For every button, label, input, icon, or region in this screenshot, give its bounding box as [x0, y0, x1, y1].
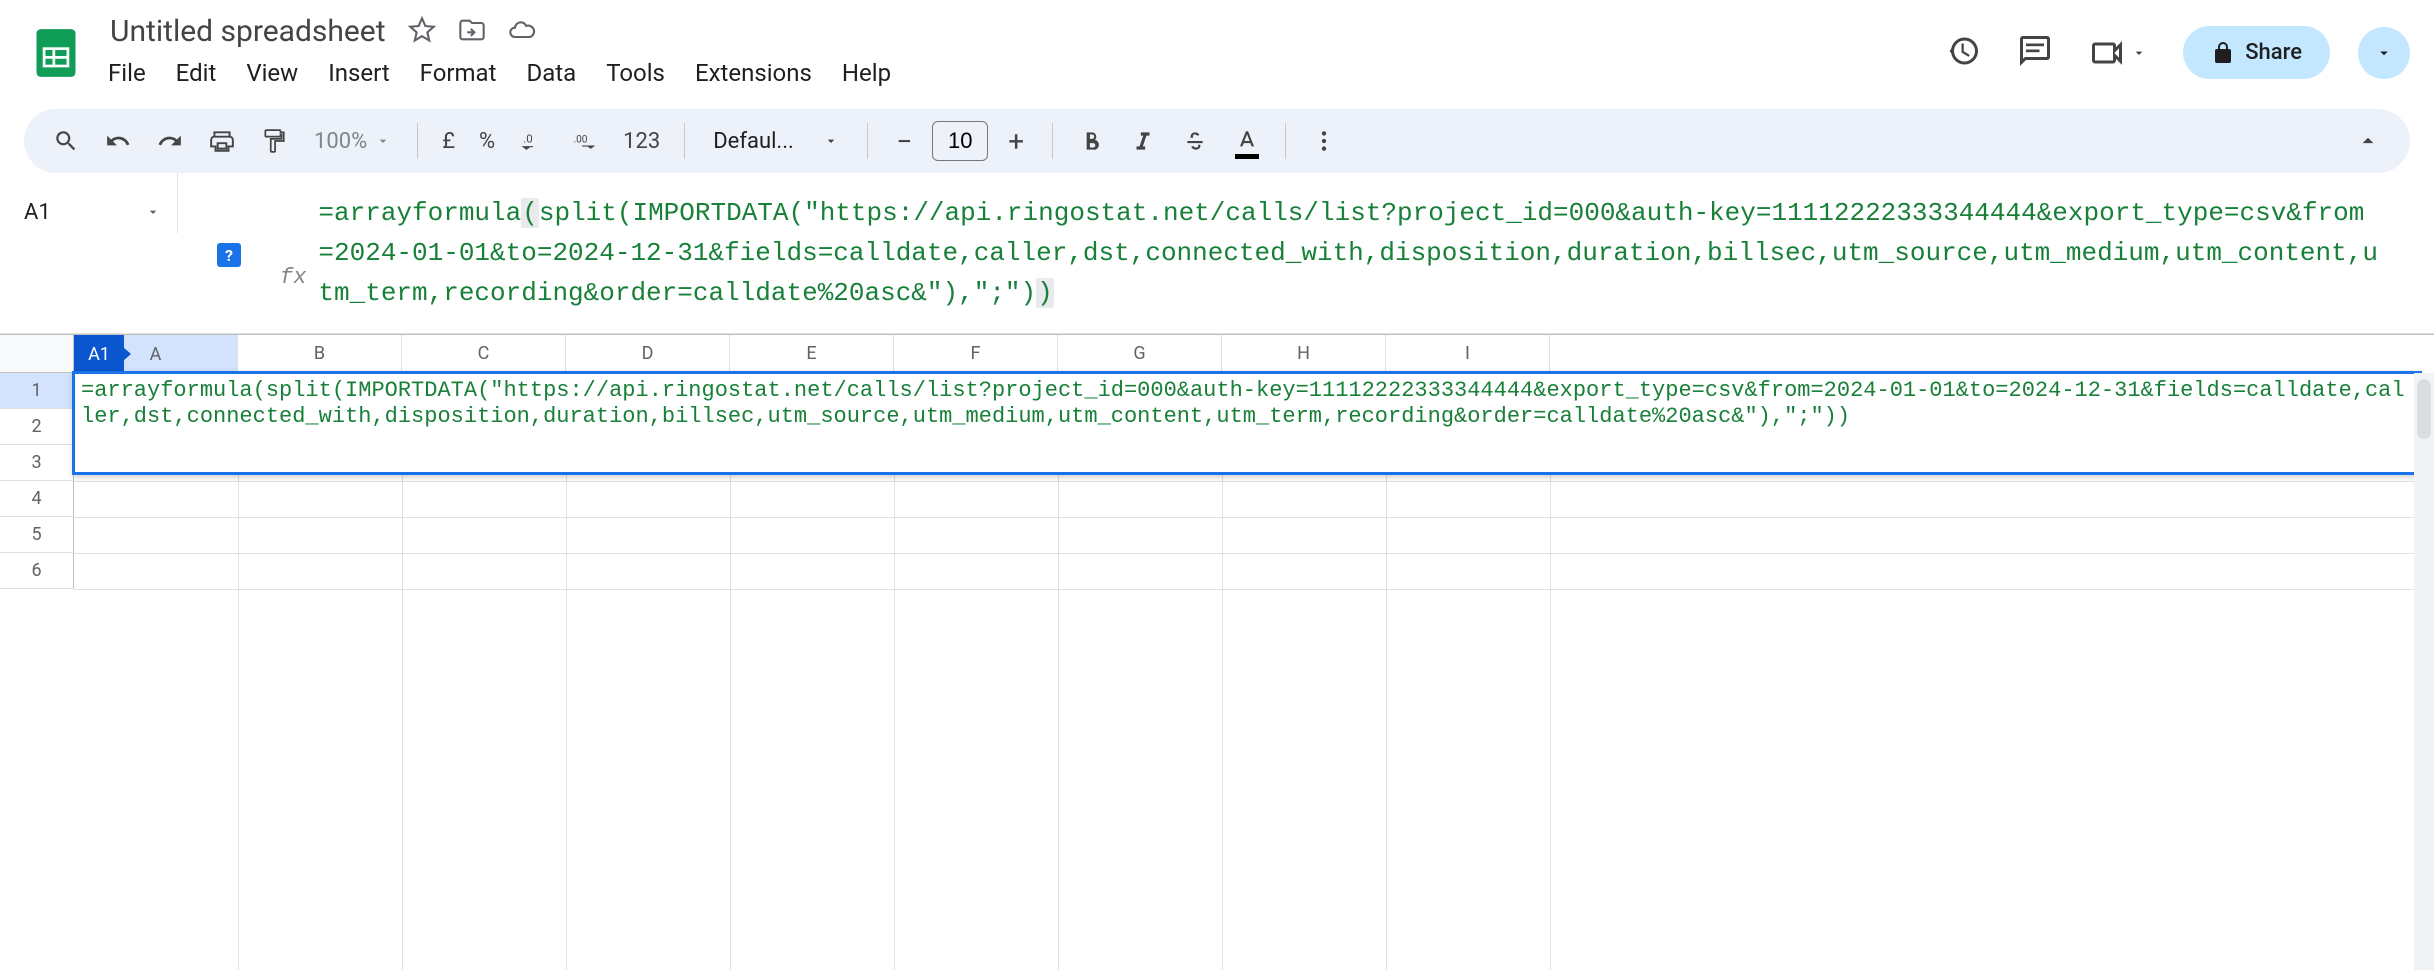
star-icon[interactable] [408, 16, 436, 48]
move-icon[interactable] [458, 16, 486, 48]
cell-area[interactable]: A1 =arrayformula(split(IMPORTDATA("https… [74, 373, 2434, 970]
column-header[interactable]: D [566, 335, 730, 373]
column-headers: A B C D E F G H I [0, 335, 2434, 373]
row-headers: 1 2 3 4 5 6 [0, 373, 74, 970]
decrease-decimal-button[interactable]: .0 [511, 119, 555, 163]
select-all-corner[interactable] [0, 335, 74, 373]
percent-button[interactable]: % [471, 129, 503, 154]
font-selector[interactable]: Defaul... [701, 129, 851, 154]
chevron-down-icon [2375, 44, 2393, 62]
formula-input[interactable]: =arrayformula(split(IMPORTDATA("https://… [318, 193, 2418, 313]
print-button[interactable] [200, 119, 244, 163]
increase-font-size-button[interactable]: + [996, 121, 1036, 161]
more-formats-button[interactable]: 123 [615, 129, 668, 154]
active-cell-indicator: A1 [74, 335, 124, 373]
column-header[interactable]: C [402, 335, 566, 373]
menu-view[interactable]: View [246, 59, 298, 87]
collapse-toolbar-button[interactable] [2346, 119, 2390, 163]
menu-data[interactable]: Data [526, 59, 576, 87]
scrollbar-thumb[interactable] [2417, 379, 2431, 439]
row-header[interactable]: 4 [0, 481, 74, 517]
share-label: Share [2245, 40, 2302, 65]
column-header[interactable]: E [730, 335, 894, 373]
spreadsheet-grid: A B C D E F G H I 1 2 3 4 5 6 A1 [0, 334, 2434, 970]
history-icon[interactable] [1945, 33, 1981, 73]
chevron-down-icon [145, 204, 161, 220]
bold-button[interactable] [1069, 119, 1113, 163]
increase-decimal-button[interactable]: .00 [563, 119, 607, 163]
column-header[interactable]: I [1386, 335, 1550, 373]
comments-icon[interactable] [2017, 33, 2053, 73]
sheets-logo[interactable] [24, 21, 88, 85]
menu-edit[interactable]: Edit [176, 59, 217, 87]
formula-help-badge[interactable]: ? [217, 243, 241, 267]
menu-format[interactable]: Format [420, 59, 497, 87]
menu-help[interactable]: Help [842, 59, 891, 87]
menu-insert[interactable]: Insert [328, 59, 389, 87]
column-header[interactable]: B [238, 335, 402, 373]
share-button[interactable]: Share [2183, 26, 2330, 79]
decrease-font-size-button[interactable]: − [884, 121, 924, 161]
document-title[interactable]: Untitled spreadsheet [104, 12, 392, 51]
row-header[interactable]: 2 [0, 409, 74, 445]
column-header[interactable]: G [1058, 335, 1222, 373]
redo-button[interactable] [148, 119, 192, 163]
undo-button[interactable] [96, 119, 140, 163]
text-color-button[interactable] [1225, 119, 1269, 163]
menu-tools[interactable]: Tools [606, 59, 665, 87]
app-header: Untitled spreadsheet File Edit View Inse… [0, 0, 2434, 101]
name-box-value: A1 [24, 200, 51, 225]
search-button[interactable] [44, 119, 88, 163]
column-header[interactable]: F [894, 335, 1058, 373]
name-box[interactable]: A1 [0, 173, 178, 233]
lock-icon [2211, 41, 2235, 65]
row-header[interactable]: 3 [0, 445, 74, 481]
font-name: Defaul... [713, 129, 811, 154]
svg-text:.0: .0 [523, 132, 532, 146]
row-header[interactable]: 1 [0, 373, 74, 409]
svg-text:.00: .00 [574, 134, 588, 145]
chevron-down-icon [823, 133, 839, 149]
cloud-status-icon[interactable] [508, 16, 536, 48]
zoom-value: 100% [314, 129, 367, 154]
fx-label: fx [280, 265, 306, 290]
currency-button[interactable]: £ [434, 129, 463, 154]
chevron-down-icon [2131, 45, 2147, 61]
formula-bar: A1 ? fx =arrayformula(split(IMPORTDATA("… [0, 173, 2434, 334]
menu-bar: File Edit View Insert Format Data Tools … [104, 53, 1929, 93]
quick-share-button[interactable] [2358, 27, 2410, 79]
cell-editor[interactable]: =arrayformula(split(IMPORTDATA("https://… [72, 371, 2422, 475]
row-header[interactable]: 6 [0, 553, 74, 589]
more-tools-button[interactable] [1302, 119, 1346, 163]
row-header[interactable]: 5 [0, 517, 74, 553]
menu-extensions[interactable]: Extensions [695, 59, 812, 87]
toolbar: 100% £ % .0 .00 123 Defaul... − + [24, 109, 2410, 173]
meet-button[interactable] [2089, 35, 2147, 71]
menu-file[interactable]: File [108, 59, 146, 87]
paint-format-button[interactable] [252, 119, 296, 163]
chevron-down-icon [375, 133, 391, 149]
vertical-scrollbar[interactable] [2414, 373, 2434, 970]
zoom-selector[interactable]: 100% [304, 129, 401, 154]
italic-button[interactable] [1121, 119, 1165, 163]
strikethrough-button[interactable] [1173, 119, 1217, 163]
column-header[interactable]: H [1222, 335, 1386, 373]
font-size-input[interactable] [932, 121, 988, 161]
